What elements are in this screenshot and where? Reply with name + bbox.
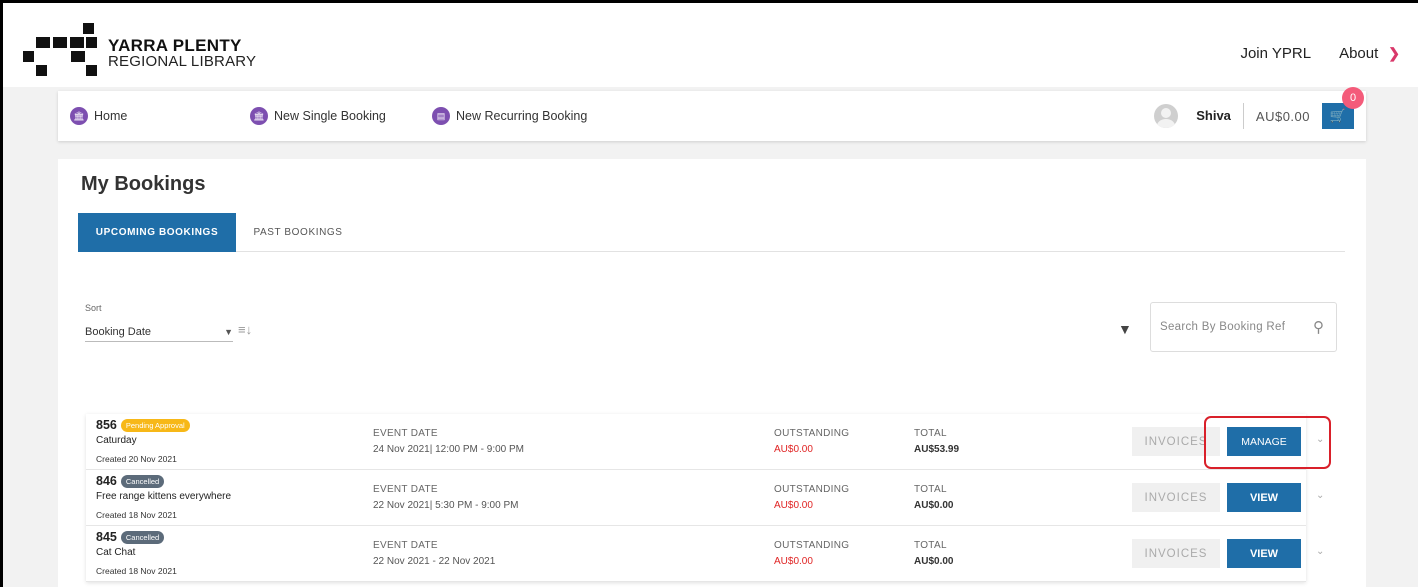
event-date-label: EVENT DATE bbox=[373, 428, 438, 439]
tab-past-bookings[interactable]: PAST BOOKINGS bbox=[248, 213, 348, 252]
about-menu[interactable]: About ❯ bbox=[1339, 45, 1400, 62]
booking-ref-number: 856 bbox=[96, 418, 117, 432]
total-label: TOTAL bbox=[914, 428, 947, 439]
chevron-down-icon[interactable]: ⌄ bbox=[1316, 490, 1324, 501]
outstanding-value: AU$0.00 bbox=[774, 556, 813, 567]
app-frame: YARRA PLENTY REGIONAL LIBRARY Join YPRL … bbox=[0, 0, 1418, 587]
booking-row: 856 Pending Approval Caturday Created 20… bbox=[86, 414, 1324, 470]
booking-ref-number: 846 bbox=[96, 474, 117, 488]
booking-ref[interactable]: 845 Cancelled bbox=[96, 530, 165, 544]
invoices-button[interactable]: INVOICES bbox=[1132, 483, 1220, 512]
logo-title: YARRA PLENTY bbox=[108, 36, 242, 55]
nav-new-single-booking[interactable]: 🏛 New Single Booking bbox=[250, 107, 386, 125]
search-icon[interactable]: ⚲ bbox=[1313, 318, 1324, 336]
bank-icon: 🏛 bbox=[250, 107, 268, 125]
manage-button[interactable]: MANAGE bbox=[1227, 427, 1301, 456]
bookings-list: 856 Pending Approval Caturday Created 20… bbox=[86, 414, 1324, 582]
outstanding-label: OUTSTANDING bbox=[774, 484, 850, 495]
caret-down-icon: ▼ bbox=[224, 326, 233, 337]
booking-created: Created 18 Nov 2021 bbox=[96, 510, 177, 520]
cart-icon: 🛒 bbox=[1329, 108, 1347, 123]
booking-tabs: UPCOMING BOOKINGS PAST BOOKINGS bbox=[78, 213, 1345, 252]
nav-home-label: Home bbox=[94, 109, 128, 123]
booking-ref-number: 845 bbox=[96, 530, 117, 544]
total-value: AU$53.99 bbox=[914, 444, 960, 455]
invoices-button[interactable]: INVOICES bbox=[1132, 427, 1220, 456]
booking-row: 846 Cancelled Free range kittens everywh… bbox=[86, 470, 1324, 526]
bank-icon: 🏛 bbox=[70, 107, 88, 125]
status-badge: Pending Approval bbox=[120, 418, 190, 432]
nav-new-recurring-label: New Recurring Booking bbox=[456, 109, 588, 123]
logo-subtitle: REGIONAL LIBRARY bbox=[108, 53, 257, 70]
top-navigation: Join YPRL About ❯ bbox=[1240, 45, 1400, 62]
invoices-button[interactable]: INVOICES bbox=[1132, 539, 1220, 568]
library-logo-icon[interactable] bbox=[23, 23, 103, 83]
booking-row: 845 Cancelled Cat Chat Created 18 Nov 20… bbox=[86, 526, 1324, 582]
tab-upcoming-bookings[interactable]: UPCOMING BOOKINGS bbox=[78, 213, 236, 252]
sort-label: Sort bbox=[85, 303, 102, 313]
booking-ref[interactable]: 856 Pending Approval bbox=[96, 418, 190, 432]
outstanding-label: OUTSTANDING bbox=[774, 428, 850, 439]
booking-name: Cat Chat bbox=[96, 547, 136, 558]
view-button[interactable]: VIEW bbox=[1227, 539, 1301, 568]
nav-new-single-label: New Single Booking bbox=[274, 109, 386, 123]
event-date-value: 22 Nov 2021 - 22 Nov 2021 bbox=[373, 556, 496, 567]
booking-navbar: 🏛 Home 🏛 New Single Booking ▤ New Recurr… bbox=[58, 87, 1366, 141]
chevron-down-icon: ❯ bbox=[1388, 45, 1400, 61]
booking-name: Caturday bbox=[96, 435, 137, 446]
page-title: My Bookings bbox=[81, 173, 206, 195]
bookings-card: My Bookings UPCOMING BOOKINGS PAST BOOKI… bbox=[58, 159, 1366, 587]
booking-created: Created 20 Nov 2021 bbox=[96, 454, 177, 464]
filter-icon[interactable]: ▼ bbox=[1118, 321, 1132, 337]
status-badge: Cancelled bbox=[120, 474, 165, 488]
join-link[interactable]: Join YPRL bbox=[1240, 45, 1311, 62]
booking-ref[interactable]: 846 Cancelled bbox=[96, 474, 165, 488]
total-value: AU$0.00 bbox=[914, 500, 954, 511]
total-label: TOTAL bbox=[914, 484, 947, 495]
user-name[interactable]: Shiva bbox=[1196, 103, 1244, 129]
total-label: TOTAL bbox=[914, 540, 947, 551]
outstanding-value: AU$0.00 bbox=[774, 444, 813, 455]
event-date-value: 22 Nov 2021| 5:30 PM - 9:00 PM bbox=[373, 500, 519, 511]
event-date-label: EVENT DATE bbox=[373, 484, 438, 495]
cart-button[interactable]: 🛒 0 bbox=[1322, 87, 1364, 129]
sort-select[interactable]: Booking Date ▼ bbox=[85, 322, 233, 342]
total-value: AU$0.00 bbox=[914, 556, 954, 567]
sort-direction-icon[interactable]: ≡↓ bbox=[238, 322, 252, 337]
search-box: ⚲ bbox=[1150, 302, 1337, 352]
booking-created: Created 18 Nov 2021 bbox=[96, 566, 177, 576]
sort-value: Booking Date bbox=[85, 325, 152, 338]
calendar-icon: ▤ bbox=[432, 107, 450, 125]
status-badge: Cancelled bbox=[120, 530, 165, 544]
event-date-label: EVENT DATE bbox=[373, 540, 438, 551]
nav-new-recurring-booking[interactable]: ▤ New Recurring Booking bbox=[432, 107, 587, 125]
chevron-down-icon[interactable]: ⌄ bbox=[1316, 434, 1324, 445]
booking-name: Free range kittens everywhere bbox=[96, 491, 232, 502]
view-button[interactable]: VIEW bbox=[1227, 483, 1301, 512]
avatar[interactable] bbox=[1154, 104, 1179, 128]
about-label: About bbox=[1339, 45, 1379, 62]
nav-home[interactable]: 🏛 Home bbox=[70, 107, 127, 125]
chevron-down-icon[interactable]: ⌄ bbox=[1316, 546, 1324, 557]
outstanding-value: AU$0.00 bbox=[774, 500, 813, 511]
user-area: Shiva AU$0.00 🛒 0 bbox=[1154, 87, 1364, 131]
library-logo-text[interactable]: YARRA PLENTY REGIONAL LIBRARY bbox=[108, 37, 256, 70]
account-balance: AU$0.00 bbox=[1255, 108, 1310, 124]
site-header: YARRA PLENTY REGIONAL LIBRARY Join YPRL … bbox=[3, 3, 1418, 87]
cart-count-badge: 0 bbox=[1342, 87, 1364, 109]
search-input[interactable] bbox=[1160, 321, 1300, 333]
event-date-value: 24 Nov 2021| 12:00 PM - 9:00 PM bbox=[373, 444, 525, 455]
outstanding-label: OUTSTANDING bbox=[774, 540, 850, 551]
